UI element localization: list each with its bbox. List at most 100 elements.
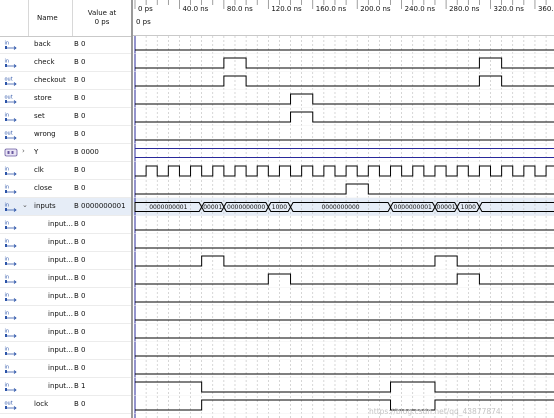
bus-pin-icon bbox=[4, 147, 18, 158]
signal-row-lock[interactable]: out lock B 0 bbox=[0, 396, 132, 414]
signal-name: set bbox=[34, 112, 45, 120]
svg-text:in: in bbox=[5, 221, 10, 227]
bus-segment bbox=[134, 148, 554, 158]
output-pin-icon: out bbox=[4, 75, 18, 86]
waveform-inputs-2[interactable] bbox=[135, 255, 554, 267]
svg-text:in: in bbox=[5, 311, 10, 317]
signal-row-checkout[interactable]: out checkout B 0 bbox=[0, 72, 132, 90]
signal-name: input… bbox=[48, 310, 74, 318]
signal-row-inputs-1[interactable]: in input… B 0 bbox=[0, 234, 132, 252]
signal-name: inputs bbox=[34, 202, 56, 210]
signal-value: B 0 bbox=[74, 130, 86, 138]
signal-row-inputs-3[interactable]: in input… B 0 bbox=[0, 270, 132, 288]
svg-text:in: in bbox=[5, 59, 10, 65]
bus-value-label: 0000000000 bbox=[321, 204, 359, 211]
signal-row-inputs-4[interactable]: in input… B 0 bbox=[0, 288, 132, 306]
name-column-header[interactable]: Name bbox=[37, 14, 58, 22]
signal-name: input… bbox=[48, 346, 74, 354]
signal-row-inputs-7[interactable]: in input… B 0 bbox=[0, 342, 132, 360]
signal-name: input… bbox=[48, 292, 74, 300]
signal-row-inputs-8[interactable]: in input… B 0 bbox=[0, 360, 132, 378]
signal-name: input… bbox=[48, 382, 74, 390]
input-pin-icon: in bbox=[4, 219, 18, 230]
input-pin-icon: in bbox=[4, 183, 18, 194]
signal-row-inputs-6[interactable]: in input… B 0 bbox=[0, 324, 132, 342]
input-pin-icon: in bbox=[4, 291, 18, 302]
value-header-line2: 0 ps bbox=[94, 18, 110, 26]
waveform-clk[interactable] bbox=[135, 165, 554, 177]
watermark-text: https://blog.csdn.net/qq_43877874 bbox=[369, 407, 501, 416]
expand-toggle-icon[interactable]: ⌄ bbox=[22, 201, 28, 209]
signal-value: B 0 bbox=[74, 256, 86, 264]
bus-value-label: 0000000001 bbox=[394, 204, 432, 211]
signal-row-y[interactable]: › Y B 0000 bbox=[0, 144, 132, 162]
output-pin-icon: out bbox=[4, 399, 18, 410]
signal-name: wrong bbox=[34, 130, 56, 138]
input-pin-icon: in bbox=[4, 165, 18, 176]
output-pin-icon: out bbox=[4, 93, 18, 104]
signal-row-check[interactable]: in check B 0 bbox=[0, 54, 132, 72]
expand-toggle-icon[interactable]: › bbox=[22, 147, 25, 155]
signal-row-wrong[interactable]: out wrong B 0 bbox=[0, 126, 132, 144]
waveform-y[interactable] bbox=[134, 148, 554, 158]
signal-name: close bbox=[34, 184, 53, 192]
signal-value: B 0000 bbox=[74, 148, 99, 156]
signal-name: clk bbox=[34, 166, 44, 174]
signal-value: B 0000000001 bbox=[74, 202, 126, 210]
signal-value: B 0 bbox=[74, 328, 86, 336]
signal-row-back[interactable]: in back B 0 bbox=[0, 36, 132, 54]
column-header: Name Value at 0 ps bbox=[0, 0, 132, 37]
signal-value: B 0 bbox=[74, 94, 86, 102]
column-divider[interactable] bbox=[72, 0, 73, 36]
signal-row-store[interactable]: out store B 0 bbox=[0, 90, 132, 108]
signal-row-inputs-5[interactable]: in input… B 0 bbox=[0, 306, 132, 324]
time-ruler[interactable]: 0 ps 40.0 ns 80.0 ns 120.0 ns 160.0 ns 200.0 … bbox=[133, 0, 554, 36]
time-label: 40.0 ns bbox=[182, 5, 208, 13]
waveform-close[interactable] bbox=[135, 183, 554, 195]
signal-value: B 0 bbox=[74, 112, 86, 120]
time-label: 280.0 ns bbox=[449, 5, 480, 13]
signal-value: B 0 bbox=[74, 184, 86, 192]
svg-text:in: in bbox=[5, 239, 10, 245]
svg-text:in: in bbox=[5, 203, 10, 209]
cursor-time-label: 0 ps bbox=[136, 18, 151, 26]
waveform-set[interactable] bbox=[135, 111, 554, 123]
input-pin-icon: in bbox=[4, 381, 18, 392]
waveform-checkout[interactable] bbox=[135, 75, 554, 87]
time-label: 80.0 ns bbox=[227, 5, 253, 13]
waveform-svg: 0000000001 00001 0000000000 1000 0000000000 0… bbox=[133, 36, 554, 418]
svg-text:in: in bbox=[5, 167, 10, 173]
svg-text:in: in bbox=[5, 185, 10, 191]
value-header-line1: Value at bbox=[87, 9, 117, 17]
signal-row-inputs-2[interactable]: in input… B 0 bbox=[0, 252, 132, 270]
signal-list-pane: Name Value at 0 ps in back B 0 in check B 0 ou… bbox=[0, 0, 132, 418]
waveform-inputs-9[interactable] bbox=[135, 381, 554, 393]
signal-value: B 0 bbox=[74, 238, 86, 246]
input-pin-icon: in bbox=[4, 39, 18, 50]
svg-text:in: in bbox=[5, 329, 10, 335]
column-divider[interactable] bbox=[28, 0, 29, 36]
svg-text:in: in bbox=[5, 347, 10, 353]
bus-value-label: 00001 bbox=[203, 204, 222, 211]
signal-row-close[interactable]: in close B 0 bbox=[0, 180, 132, 198]
svg-text:in: in bbox=[5, 293, 10, 299]
signal-row-inputs[interactable]: in ⌄ inputs B 0000000001 bbox=[0, 198, 132, 216]
signal-name: input… bbox=[48, 364, 74, 372]
waveform-check[interactable] bbox=[135, 57, 554, 69]
signal-row-inputs-9[interactable]: in input… B 1 bbox=[0, 378, 132, 396]
signal-name: input… bbox=[48, 256, 74, 264]
input-pin-icon: in bbox=[4, 309, 18, 320]
signal-row-inputs-0[interactable]: in input… B 0 bbox=[0, 216, 132, 234]
waveform-store[interactable] bbox=[135, 93, 554, 105]
signal-name: input… bbox=[48, 238, 74, 246]
time-label: 360.0 ns bbox=[538, 5, 554, 13]
signal-name: store bbox=[34, 94, 52, 102]
signal-row-set[interactable]: in set B 0 bbox=[0, 108, 132, 126]
signal-row-clk[interactable]: in clk B 0 bbox=[0, 162, 132, 180]
waveform-pane: 0 ps 40.0 ns 80.0 ns 120.0 ns 160.0 ns 200.0 … bbox=[133, 0, 554, 418]
input-pin-icon: in bbox=[4, 237, 18, 248]
waveform-area[interactable]: 0000000001 00001 0000000000 1000 0000000000 0… bbox=[133, 36, 554, 418]
signal-value: B 0 bbox=[74, 40, 86, 48]
value-column-header[interactable]: Value at 0 ps bbox=[82, 9, 122, 27]
waveform-inputs-3[interactable] bbox=[135, 273, 554, 285]
